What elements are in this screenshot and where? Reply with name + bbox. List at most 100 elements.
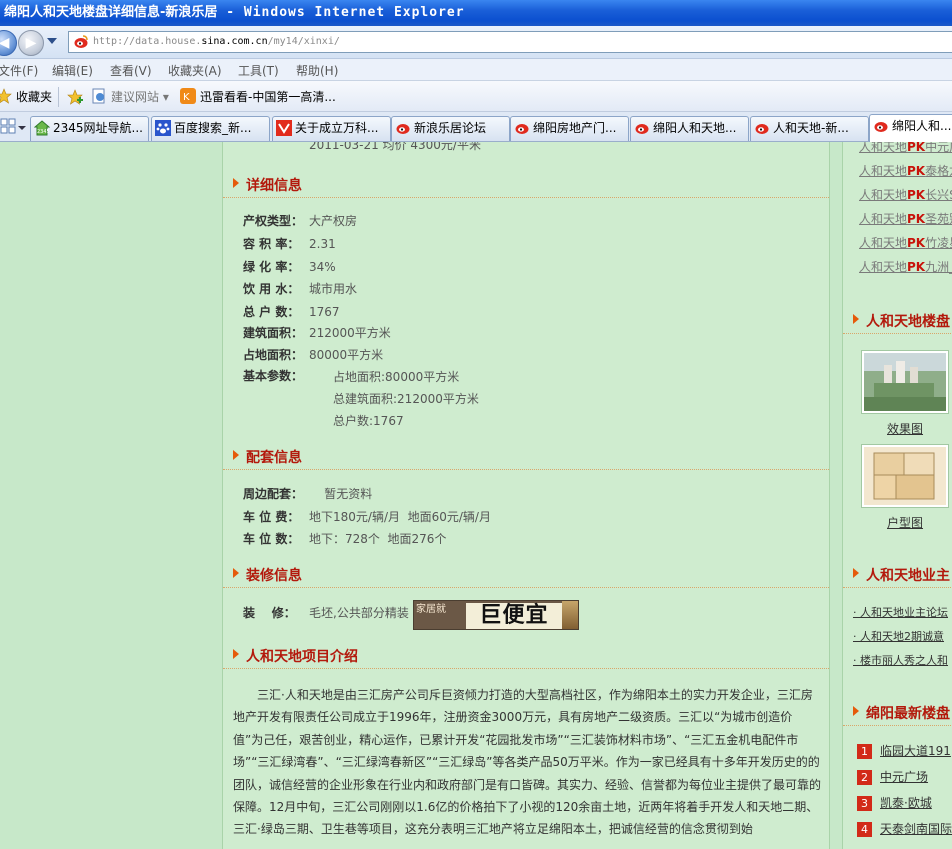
floorplan-thumbnail[interactable] <box>861 444 949 508</box>
forum-link[interactable]: · 人和天地2期诚意 <box>853 628 944 644</box>
sina-favicon-icon <box>396 124 410 134</box>
svg-text:2345: 2345 <box>37 129 50 135</box>
window-title-suffix: - Windows Internet Explorer <box>217 5 465 20</box>
basic-param-line: 总户数:1767 <box>333 414 404 428</box>
ad-logo: 家居就 <box>416 604 446 615</box>
sidebar-gallery-header: 人和天地楼盘 <box>843 304 952 334</box>
section-facilities-header: 配套信息 <box>223 440 829 470</box>
pk-link[interactable]: 人和天地PK中元广 <box>859 142 952 155</box>
url-text: http://data.house.sina.com.cn/my14/xinxi… <box>93 36 340 47</box>
add-favorite-icon[interactable] <box>67 89 83 105</box>
menu-favorites[interactable]: 收藏夹(A) <box>168 62 222 79</box>
facility-row: 周边配套： 暂无资料 <box>243 487 373 501</box>
detail-row: 占地面积： 80000平方米 <box>243 348 384 362</box>
menu-view[interactable]: 查看(V) <box>110 62 152 79</box>
detail-row: 绿 化 率： 34% <box>243 260 336 274</box>
project-intro-text: 三汇·人和天地是由三汇房产公司斥巨资倾力打造的大型高档社区，作为绵阳本土的实力开… <box>233 688 822 837</box>
favorites-button[interactable]: 收藏夹 <box>0 88 52 105</box>
tab-renhetiandi-2[interactable]: 人和天地-新... <box>750 116 869 141</box>
favorites-label: 收藏夹 <box>16 90 53 104</box>
vanke-logo-icon <box>276 120 292 136</box>
baidu-paw-icon <box>155 120 171 136</box>
rendering-image <box>864 353 946 411</box>
pk-link[interactable]: 人和天地PK竹凌星 <box>859 234 952 251</box>
detail-row: 建筑面积： 212000平方米 <box>243 326 391 340</box>
ad-banner[interactable]: 家居就 巨便宜 <box>413 600 579 630</box>
navigation-bar: ◀ ▶ http://data.house.sina.com.cn/my14/x… <box>0 26 952 59</box>
quick-tabs-icon[interactable] <box>0 118 16 134</box>
pk-link[interactable]: 人和天地PK九洲_ <box>859 258 952 275</box>
xunlei-icon: K <box>180 88 196 104</box>
ad-headline: 巨便宜 <box>466 603 562 629</box>
rendering-thumbnail[interactable] <box>861 350 949 414</box>
sina-favicon-icon <box>635 124 649 134</box>
pk-link[interactable]: 人和天地PK长兴S <box>859 186 952 203</box>
section-intro-title: 人和天地项目介绍 <box>246 649 358 665</box>
tab-list-dropdown-icon[interactable] <box>16 118 28 136</box>
tab-bar: 2345 2345网址导航... 百度搜索_新... 关于成立万科... 新浪乐居… <box>0 112 952 142</box>
xunlei-link[interactable]: K 迅雷看看-中国第一高清... <box>180 88 336 105</box>
facility-row: 车 位 数： 地下：728个 地面276个 <box>243 532 447 546</box>
detail-row: 产权类型： 大产权房 <box>243 214 358 228</box>
page-viewport[interactable]: 2011-03-21 均价 4300元/平米 详细信息 产权类型： 大产权房 容 … <box>0 142 952 849</box>
basic-param-line: 占地面积:80000平方米 <box>333 370 460 384</box>
floorplan-caption[interactable]: 户型图 <box>887 514 923 531</box>
newest-item[interactable]: 3 凯泰·欧城 <box>857 794 932 811</box>
floorplan-image <box>864 447 946 505</box>
pk-link[interactable]: 人和天地PK圣苑别 <box>859 210 952 227</box>
rendering-caption[interactable]: 效果图 <box>887 420 923 437</box>
star-icon <box>0 88 12 104</box>
section-arrow-icon <box>233 450 239 460</box>
newest-item[interactable]: 2 中元广场 <box>857 768 928 785</box>
window-title-bar: 绵阳人和天地楼盘详细信息-新浪乐居 - Windows Internet Exp… <box>0 0 952 26</box>
back-button[interactable]: ◀ <box>0 30 17 56</box>
main-column: 2011-03-21 均价 4300元/平米 详细信息 产权类型： 大产权房 容 … <box>222 142 830 849</box>
price-history-text: 2011-03-21 均价 4300元/平米 <box>309 142 481 152</box>
recent-pages-dropdown-icon[interactable] <box>47 38 57 44</box>
sina-favicon-icon <box>73 34 89 50</box>
detail-row: 总 户 数： 1767 <box>243 305 340 319</box>
sidebar-forum-header: 人和天地业主 <box>843 558 952 588</box>
tab-vanke[interactable]: 关于成立万科... <box>272 116 391 141</box>
detail-row: 容 积 率： 2.31 <box>243 237 336 251</box>
menu-tools[interactable]: 工具(T) <box>238 62 279 79</box>
address-input[interactable]: http://data.house.sina.com.cn/my14/xinxi… <box>68 31 952 53</box>
facility-row: 车 位 费： 地下180元/辆/月 地面60元/辆/月 <box>243 510 491 524</box>
section-arrow-icon <box>233 178 239 188</box>
section-detail-title: 详细信息 <box>246 178 302 194</box>
forum-link[interactable]: · 楼市丽人秀之人和 <box>853 652 948 668</box>
sina-favicon-icon <box>515 124 529 134</box>
forum-link[interactable]: · 人和天地业主论坛 <box>853 604 948 620</box>
tab-mianyang-portal[interactable]: 绵阳房地产门... <box>510 116 629 141</box>
page-icon <box>92 88 105 104</box>
home-2345-icon: 2345 <box>34 120 50 136</box>
basic-param-line: 总建筑面积:212000平方米 <box>333 392 479 406</box>
section-arrow-icon <box>233 649 239 659</box>
decoration-row: 装 修： 毛坯,公共部分精装 <box>243 606 409 620</box>
tab-renhetiandi-1[interactable]: 绵阳人和天地... <box>630 116 749 141</box>
newest-item[interactable]: 4 天泰剑南国际 <box>857 820 952 837</box>
section-arrow-icon <box>853 706 859 716</box>
ad-decoration <box>562 601 578 629</box>
menu-edit[interactable]: 编辑(E) <box>52 62 93 79</box>
tab-active-renhetiandi[interactable]: 绵阳人和... <box>869 114 952 142</box>
tab-leju-forum[interactable]: 新浪乐居论坛 <box>391 116 510 141</box>
section-intro-header: 人和天地项目介绍 <box>223 639 829 669</box>
section-arrow-icon <box>233 568 239 578</box>
sidebar-newest-header: 绵阳最新楼盘 <box>843 696 952 726</box>
separator <box>58 87 59 107</box>
right-sidebar: 人和天地PK中元广 人和天地PK泰格龙 人和天地PK长兴S 人和天地PK圣苑别 … <box>842 142 952 849</box>
suggested-sites-link[interactable]: 建议网站 ▾ <box>91 88 169 105</box>
menu-file[interactable]: 文件(F) <box>0 62 38 79</box>
sidebar-forum-title: 人和天地业主 <box>866 568 950 584</box>
tab-baidu[interactable]: 百度搜索_新... <box>151 116 270 141</box>
menu-help[interactable]: 帮助(H) <box>296 62 338 79</box>
forward-button[interactable]: ▶ <box>18 30 44 56</box>
pk-link[interactable]: 人和天地PK泰格龙 <box>859 162 952 179</box>
newest-item[interactable]: 1 临园大道191 <box>857 742 951 759</box>
detail-row: 饮 用 水： 城市用水 <box>243 282 358 296</box>
section-arrow-icon <box>853 568 859 578</box>
tab-2345[interactable]: 2345 2345网址导航... <box>30 116 149 141</box>
window-title: 绵阳人和天地楼盘详细信息-新浪乐居 <box>4 5 218 20</box>
detail-row: 基本参数： <box>243 369 304 383</box>
